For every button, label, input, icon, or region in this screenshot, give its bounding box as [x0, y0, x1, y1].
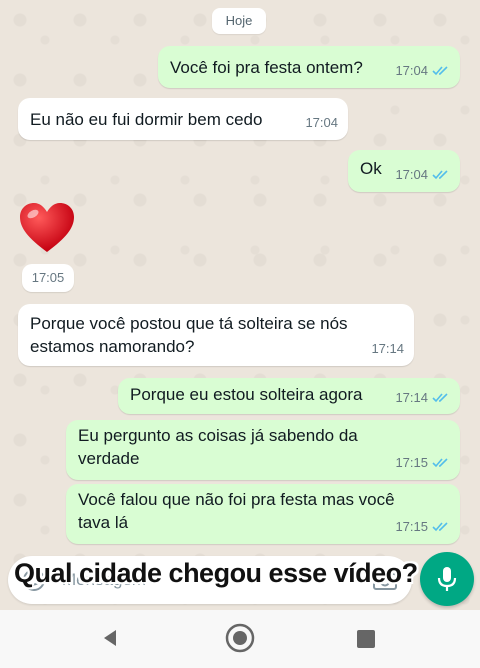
home-nav-icon[interactable] — [224, 622, 256, 659]
mic-icon — [437, 567, 457, 591]
message-text: Eu não eu fui dormir bem cedo — [30, 110, 263, 129]
message-bubble-incoming[interactable]: Eu não eu fui dormir bem cedo 17:04 — [18, 98, 348, 140]
read-receipt-icon — [432, 521, 450, 532]
message-bubble-outgoing[interactable]: Eu pergunto as coisas já sabendo da verd… — [66, 420, 460, 480]
message-meta: 17:14 — [395, 386, 450, 409]
system-nav-bar — [0, 610, 480, 668]
read-receipt-icon — [432, 457, 450, 468]
message-meta: 17:15 — [395, 451, 450, 474]
read-receipt-icon — [432, 169, 450, 180]
message-time: 17:14 — [395, 390, 428, 405]
message-time: 17:15 — [395, 455, 428, 470]
message-meta: 17:15 — [395, 515, 450, 538]
message-meta: 17:04 — [305, 111, 338, 134]
message-time: 17:15 — [395, 519, 428, 534]
message-text: Ok — [360, 159, 382, 178]
date-chip: Hoje — [212, 8, 266, 34]
message-text-line1: Porque você postou que tá solteira se nó… — [30, 314, 348, 333]
heart-emoji[interactable] — [18, 202, 76, 260]
chat-area[interactable]: Hoje Você foi pra festa ontem? 17:04 Eu … — [0, 0, 480, 610]
message-text-line1: Você falou que não foi pra festa mas voc… — [78, 490, 395, 509]
message-time: 17:04 — [305, 115, 338, 130]
message-text-line2: estamos namorando? — [30, 337, 195, 356]
overlay-caption: Qual cidade chegou esse vídeo? — [14, 558, 418, 588]
message-meta: 17:04 — [395, 59, 450, 82]
message-bubble-incoming[interactable]: Porque você postou que tá solteira se nó… — [18, 304, 414, 366]
message-time: 17:14 — [371, 341, 404, 356]
read-receipt-icon — [432, 392, 450, 403]
message-text-line2: verdade — [78, 449, 140, 468]
back-nav-icon[interactable] — [100, 628, 120, 653]
message-bubble-outgoing[interactable]: Você foi pra festa ontem? 17:04 — [158, 46, 460, 88]
message-time: 17:04 — [395, 167, 428, 182]
recents-nav-icon[interactable] — [357, 630, 375, 648]
message-text: Você foi pra festa ontem? — [170, 58, 363, 77]
read-receipt-icon — [432, 65, 450, 76]
message-text: Porque eu estou solteira agora — [130, 385, 363, 404]
message-time: 17:05 — [22, 264, 74, 292]
message-text-line1: Eu pergunto as coisas já sabendo da — [78, 426, 358, 445]
message-text-line2: tava lá — [78, 513, 129, 532]
message-bubble-outgoing[interactable]: Porque eu estou solteira agora 17:14 — [118, 378, 460, 414]
message-meta: 17:14 — [371, 337, 404, 360]
message-bubble-outgoing[interactable]: Ok 17:04 — [348, 150, 460, 192]
message-time: 17:04 — [395, 63, 428, 78]
message-meta: 17:04 — [395, 163, 450, 186]
message-bubble-outgoing[interactable]: Você falou que não foi pra festa mas voc… — [66, 484, 460, 544]
